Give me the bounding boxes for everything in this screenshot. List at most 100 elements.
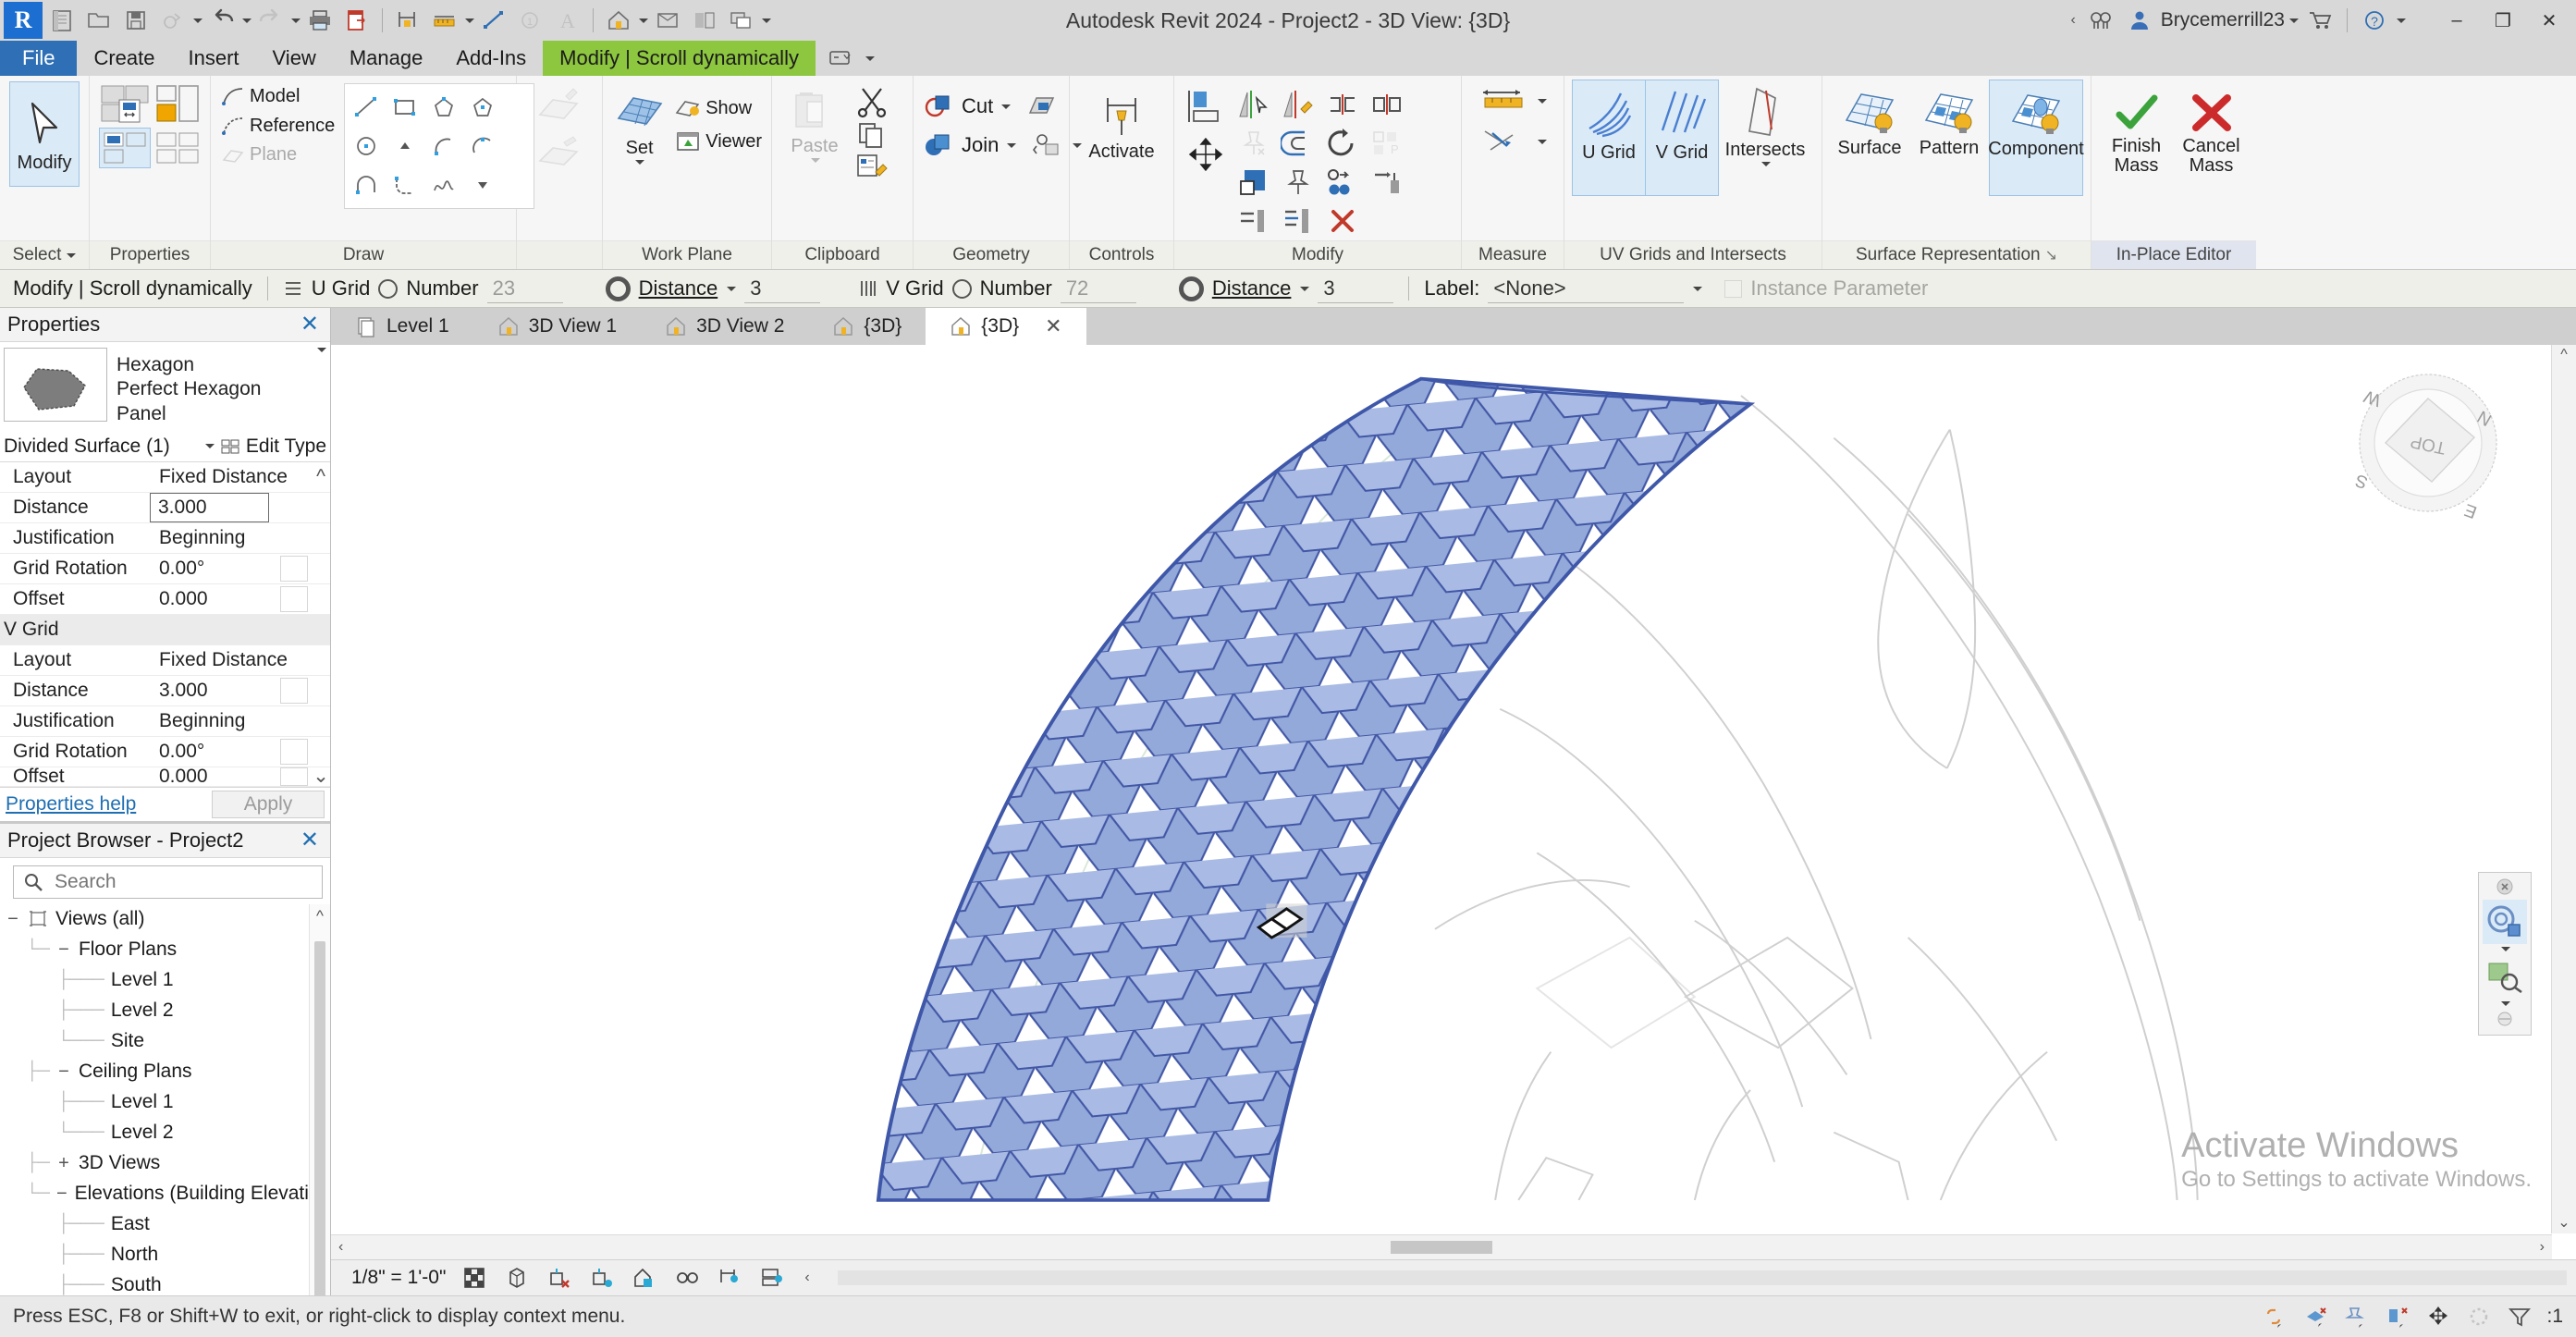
mirror-pick-axis-icon[interactable] <box>1232 85 1276 124</box>
view-cube[interactable]: TOP W N S E <box>2336 365 2521 532</box>
draw-circle-icon[interactable] <box>347 127 386 166</box>
steering-wheel-dropdown-icon[interactable] <box>2501 947 2510 951</box>
measure-icon[interactable] <box>390 3 425 38</box>
table-row[interactable]: LayoutFixed Distance^ <box>0 462 330 493</box>
search-box[interactable] <box>13 865 323 899</box>
draw-rectangle-icon[interactable] <box>386 88 424 127</box>
offset-icon[interactable] <box>1276 124 1320 163</box>
activate-button[interactable]: Activate <box>1079 91 1164 162</box>
visual-style-icon[interactable] <box>503 1265 531 1291</box>
table-row[interactable]: Grid Rotation0.00° <box>0 554 330 584</box>
element-selector-dropdown-icon[interactable] <box>205 444 215 448</box>
tree-node-floor-level-1[interactable]: ├───Level 1 <box>0 965 330 996</box>
component-button[interactable]: Component <box>1989 80 2083 196</box>
properties-palette-icon[interactable] <box>99 83 151 126</box>
detail-level-icon[interactable] <box>460 1265 488 1291</box>
pin-icon[interactable] <box>1276 163 1320 202</box>
section-icon[interactable] <box>650 3 685 38</box>
copy-to-clipboard-icon[interactable] <box>853 120 890 150</box>
underlay-select-icon[interactable] <box>2302 1303 2330 1331</box>
close-inactive-views-icon[interactable] <box>339 3 374 38</box>
switch-windows-icon[interactable] <box>724 3 759 38</box>
maximize-button[interactable]: ❐ <box>2482 2 2524 39</box>
tree-node-south[interactable]: ├───South <box>0 1270 330 1295</box>
scroll-up-icon[interactable]: ^ <box>316 904 324 928</box>
measure-along-element-icon[interactable] <box>1479 126 1531 157</box>
tab-add-ins[interactable]: Add-Ins <box>439 41 543 76</box>
tree-node-3d-views[interactable]: ├─+3D Views <box>0 1148 330 1179</box>
help-icon[interactable]: ? <box>2357 3 2392 38</box>
tree-expander[interactable]: − <box>56 939 71 961</box>
table-row[interactable]: JustificationBeginning <box>0 523 330 554</box>
edit-type-button[interactable]: Edit Type <box>246 435 326 458</box>
zoom-icon[interactable] <box>2483 954 2527 999</box>
draw-spline-icon[interactable] <box>424 166 463 204</box>
demolish-icon[interactable] <box>1025 92 1059 120</box>
canvas-scroll-down-icon[interactable]: ⌄ <box>2554 1211 2573 1233</box>
tab-create[interactable]: Create <box>77 41 171 76</box>
u-grid-number-radio[interactable] <box>378 279 398 299</box>
view-tab-3d-view-2[interactable]: 3D View 2 <box>641 308 808 345</box>
draw-scroll-down-icon[interactable] <box>463 166 502 204</box>
view-tab-3d-active[interactable]: {3D} ✕ <box>926 308 1086 345</box>
save-icon[interactable] <box>118 3 153 38</box>
canvas-scroll-right-icon[interactable]: › <box>2536 1237 2548 1257</box>
zoom-dropdown-icon[interactable] <box>2501 1001 2510 1006</box>
ribbon-display-options[interactable] <box>816 41 888 76</box>
match-type-properties-icon[interactable] <box>853 152 890 181</box>
render-dialog-icon[interactable] <box>631 1265 658 1291</box>
thin-lines-icon[interactable] <box>687 3 722 38</box>
close-window-button[interactable]: ✕ <box>2528 2 2570 39</box>
prop-value[interactable]: 3.000 <box>150 680 280 702</box>
rotate-icon[interactable] <box>1320 124 1365 163</box>
tree-node-floor-level-2[interactable]: ├───Level 2 <box>0 996 330 1026</box>
prop-value[interactable]: Beginning <box>150 710 288 732</box>
prop-value[interactable]: Fixed Distance <box>150 466 288 488</box>
align-icon[interactable] <box>1184 87 1228 126</box>
scale-icon[interactable] <box>1232 163 1276 202</box>
draw-on-work-plane-icon[interactable] <box>534 135 584 172</box>
revit-logo-button[interactable]: R <box>4 2 43 39</box>
drag-element-icon[interactable] <box>2424 1303 2452 1331</box>
crop-region-visible-icon[interactable] <box>716 1265 743 1291</box>
intersects-button[interactable]: Intersects <box>1719 80 1811 194</box>
canvas-scroll-left-icon[interactable]: ‹ <box>335 1237 347 1257</box>
tree-expander[interactable]: − <box>6 909 20 930</box>
canvas-scroll-up-icon[interactable]: ^ <box>2557 345 2571 365</box>
table-row[interactable]: Offset0.000⌄ <box>0 767 330 787</box>
measure-dropdown-icon[interactable] <box>1538 99 1547 104</box>
prop-value[interactable]: 0.000 <box>150 588 280 610</box>
tag-icon[interactable]: 1 <box>513 3 548 38</box>
prop-value[interactable]: 0.00° <box>150 741 280 763</box>
project-browser-scrollbar[interactable]: ^ ⌄ <box>309 904 330 1295</box>
tree-expander[interactable]: − <box>56 1184 67 1205</box>
user-name-label[interactable]: Brycemerrill23 <box>2161 9 2285 31</box>
tab-manage[interactable]: Manage <box>333 41 440 76</box>
surface-button[interactable]: Surface <box>1830 80 1909 194</box>
crop-view-icon[interactable] <box>673 1265 701 1291</box>
view-dropdown-icon[interactable] <box>639 18 648 23</box>
project-browser-close-icon[interactable]: ✕ <box>297 829 323 852</box>
element-selector-label[interactable]: Divided Surface (1) <box>4 435 170 458</box>
cut-geometry-icon[interactable] <box>923 92 954 120</box>
move-icon[interactable] <box>1184 135 1228 174</box>
worksets-icon[interactable] <box>2465 1303 2493 1331</box>
sync-dropdown-icon[interactable] <box>193 18 202 23</box>
prop-value[interactable]: Fixed Distance <box>150 649 288 671</box>
v-grid-distance-radio[interactable] <box>1179 276 1204 301</box>
draw-line-icon[interactable] <box>347 88 386 127</box>
tab-modify-contextual[interactable]: Modify | Scroll dynamically <box>543 41 816 76</box>
show-work-plane-button[interactable]: Show <box>674 96 762 120</box>
tree-node-ceiling-plans[interactable]: ├─−Ceiling Plans <box>0 1057 330 1087</box>
draw-polygon-inscribed-icon[interactable] <box>424 88 463 127</box>
redo-icon[interactable] <box>253 3 288 38</box>
sync-icon[interactable] <box>155 3 190 38</box>
cancel-mass-button[interactable]: Cancel Mass <box>2176 87 2247 176</box>
table-row[interactable]: Grid Rotation0.00° <box>0 737 330 767</box>
prop-value-editing[interactable]: 3.000 <box>150 493 269 522</box>
view-tab-3d-a[interactable]: {3D} <box>808 308 926 345</box>
switch-windows-dropdown-icon[interactable] <box>762 18 771 23</box>
apply-button[interactable]: Apply <box>212 791 325 818</box>
shadows-off-icon[interactable] <box>588 1265 616 1291</box>
join-geometry-icon[interactable] <box>923 131 954 159</box>
